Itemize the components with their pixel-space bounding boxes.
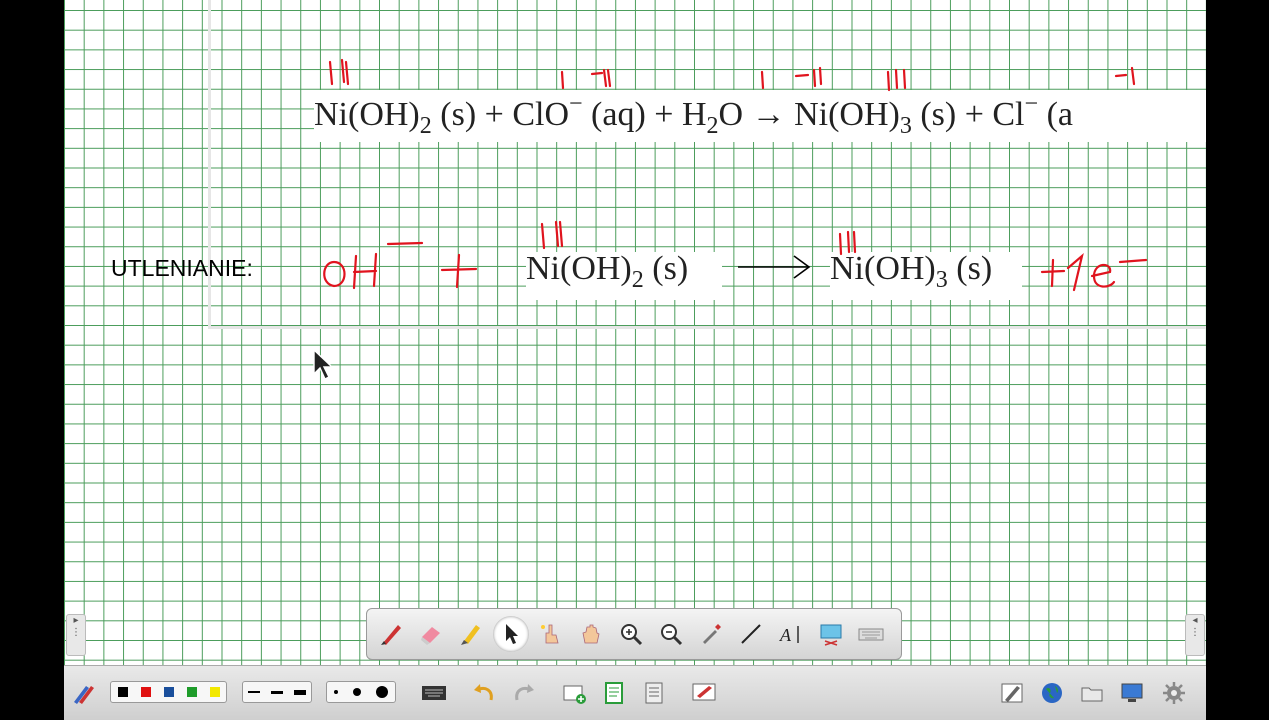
line-thin[interactable] xyxy=(248,691,261,693)
oxidation-label: UTLENIANIE: xyxy=(111,255,253,281)
select-tool-button[interactable] xyxy=(493,616,529,652)
undo-icon xyxy=(474,684,493,701)
oxidation-reactant-box: Ni(OH)2 (s) xyxy=(526,252,722,300)
text-icon: A xyxy=(779,625,799,645)
eq-clo-charge: − xyxy=(569,91,583,117)
line-tool-button[interactable] xyxy=(733,616,769,652)
cursor-arrow-icon xyxy=(506,624,518,644)
keyboard-bottom-button[interactable] xyxy=(420,680,448,706)
product-formula: Ni(OH) xyxy=(830,250,936,287)
screen-capture-icon xyxy=(820,624,842,646)
color-black[interactable] xyxy=(117,687,128,697)
text-tool-button[interactable]: A xyxy=(773,616,809,652)
zoom-out-icon xyxy=(661,624,683,646)
web-browser-button[interactable] xyxy=(1038,680,1066,706)
left-panel-toggle[interactable]: ▸ ⋮ xyxy=(66,614,86,656)
pan-tool-button[interactable] xyxy=(573,616,609,652)
reactant-state: (s) xyxy=(643,250,689,287)
highlighter-tool-button[interactable] xyxy=(453,616,489,652)
page-green-icon xyxy=(605,682,623,704)
undo-button[interactable] xyxy=(470,680,498,706)
svg-text:A: A xyxy=(779,625,792,645)
pen-recognition-icon xyxy=(692,683,716,701)
magic-hand-icon xyxy=(541,624,559,644)
color-palette xyxy=(110,681,227,703)
page-sorter-button[interactable] xyxy=(640,680,668,706)
eq-arrow-product: O → Ni(OH) xyxy=(718,96,900,133)
pen-icon xyxy=(381,625,401,645)
display-button[interactable] xyxy=(1118,680,1146,706)
line-style-selector xyxy=(242,681,312,703)
settings-button[interactable] xyxy=(1160,680,1188,706)
color-blue[interactable] xyxy=(163,687,174,697)
line-medium[interactable] xyxy=(270,690,283,694)
hand-icon xyxy=(582,624,600,644)
redo-icon xyxy=(515,684,534,701)
zoom-in-button[interactable] xyxy=(613,616,649,652)
recognition-button[interactable] xyxy=(690,680,720,706)
product-sub: 3 xyxy=(935,267,948,293)
display-icon xyxy=(1121,683,1143,702)
bottom-toolbar xyxy=(64,665,1206,720)
folder-icon xyxy=(1081,687,1103,702)
eyedropper-icon xyxy=(703,624,721,644)
eq-aq-tail: (a xyxy=(1038,96,1073,133)
product-state: (s) xyxy=(947,250,993,287)
next-page-button[interactable] xyxy=(600,680,628,706)
color-green[interactable] xyxy=(186,687,197,697)
reactant-formula: Ni(OH) xyxy=(526,250,632,287)
reactant-sub: 2 xyxy=(631,267,644,293)
eq-ni-oh-reactant: Ni(OH) xyxy=(314,96,420,133)
keyboard-button[interactable] xyxy=(853,616,889,652)
pens-icon xyxy=(74,686,94,704)
width-small[interactable] xyxy=(334,690,339,694)
screen-capture-button[interactable] xyxy=(813,616,849,652)
eq-sub-2: 2 xyxy=(419,113,432,139)
pen-settings-left-button[interactable] xyxy=(68,680,98,706)
left-black-margin xyxy=(0,0,64,720)
eraser-tool-button[interactable] xyxy=(413,616,449,652)
eq-cl-term: (s) + Cl xyxy=(911,96,1025,133)
right-panel-toggle[interactable]: ◂ ⋮ xyxy=(1185,614,1205,656)
zoom-in-icon xyxy=(621,624,643,646)
eq-sub-3: 3 xyxy=(899,113,912,139)
new-page-button[interactable] xyxy=(560,680,588,706)
highlighter-icon xyxy=(461,625,480,645)
line-thick[interactable] xyxy=(293,689,306,695)
magic-pointer-button[interactable] xyxy=(533,616,569,652)
mouse-cursor-icon xyxy=(313,348,334,380)
eq-h2o-term: (aq) + H xyxy=(582,96,707,133)
color-yellow[interactable] xyxy=(209,687,220,697)
page-list-icon xyxy=(645,682,663,704)
color-red[interactable] xyxy=(140,687,151,697)
zoom-out-button[interactable] xyxy=(653,616,689,652)
eq-clo-term: (s) + ClO xyxy=(431,96,569,133)
globe-icon xyxy=(1042,683,1062,703)
settings-gear-icon xyxy=(1163,682,1185,704)
pen-width-selector xyxy=(326,681,396,703)
redo-button[interactable] xyxy=(510,680,538,706)
oxidation-product-box: Ni(OH)3 (s) xyxy=(830,252,1022,300)
whiteboard-canvas[interactable]: Ni(OH)2 (s) + ClO− (aq) + H2O → Ni(OH)3 … xyxy=(64,0,1206,665)
reaction-arrow xyxy=(738,255,811,279)
color-picker-button[interactable] xyxy=(693,616,729,652)
pen-tool-button[interactable] xyxy=(373,616,409,652)
open-file-button[interactable] xyxy=(1078,680,1106,706)
width-medium[interactable] xyxy=(352,688,361,696)
top-equation: Ni(OH)2 (s) + ClO− (aq) + H2O → Ni(OH)3 … xyxy=(314,90,1206,142)
width-large[interactable] xyxy=(375,686,388,698)
right-black-margin xyxy=(1206,0,1269,720)
eq-h2o-sub: 2 xyxy=(706,113,719,139)
pen-settings-button[interactable] xyxy=(998,680,1026,706)
keyboard-icon xyxy=(422,686,446,700)
new-page-icon xyxy=(563,685,586,704)
pen-settings-icon xyxy=(1001,683,1023,703)
eraser-icon xyxy=(421,627,440,645)
floating-toolbar: A xyxy=(366,608,902,660)
line-icon xyxy=(741,624,761,644)
eq-cl-charge: − xyxy=(1024,91,1039,117)
keyboard-icon xyxy=(858,628,884,641)
